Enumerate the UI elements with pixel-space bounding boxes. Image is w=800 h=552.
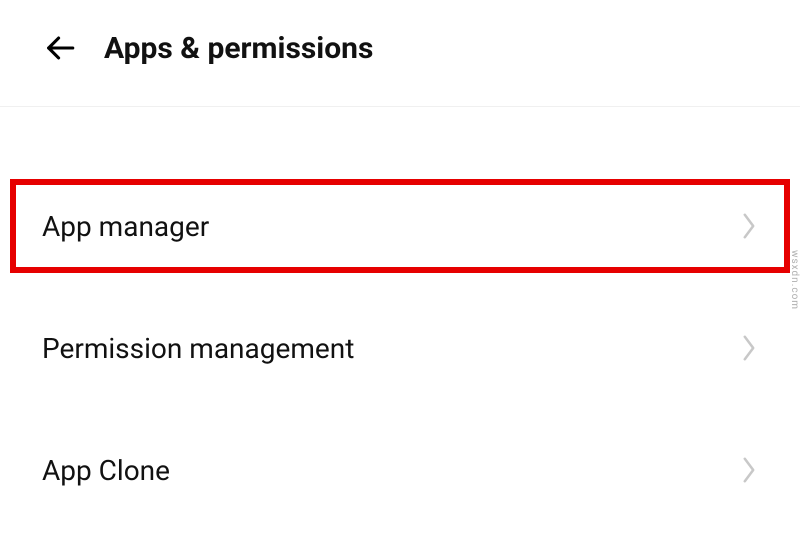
row-label-app-clone: App Clone [42,454,170,487]
settings-list: App manager Permission management App Cl… [0,107,800,517]
chevron-right-icon [740,333,758,363]
header-bar: Apps & permissions [0,0,800,107]
row-label-permission-management: Permission management [42,332,354,365]
chevron-right-icon [740,211,758,241]
watermark: wsxdn.com [789,250,800,310]
row-app-manager[interactable]: App manager [0,179,800,273]
row-permission-management[interactable]: Permission management [0,301,800,395]
divider [0,273,800,301]
chevron-right-icon [740,455,758,485]
page-title: Apps & permissions [104,31,373,66]
back-icon[interactable] [40,28,80,68]
row-app-clone[interactable]: App Clone [0,423,800,517]
row-label-app-manager: App manager [42,210,209,243]
divider [0,395,800,423]
